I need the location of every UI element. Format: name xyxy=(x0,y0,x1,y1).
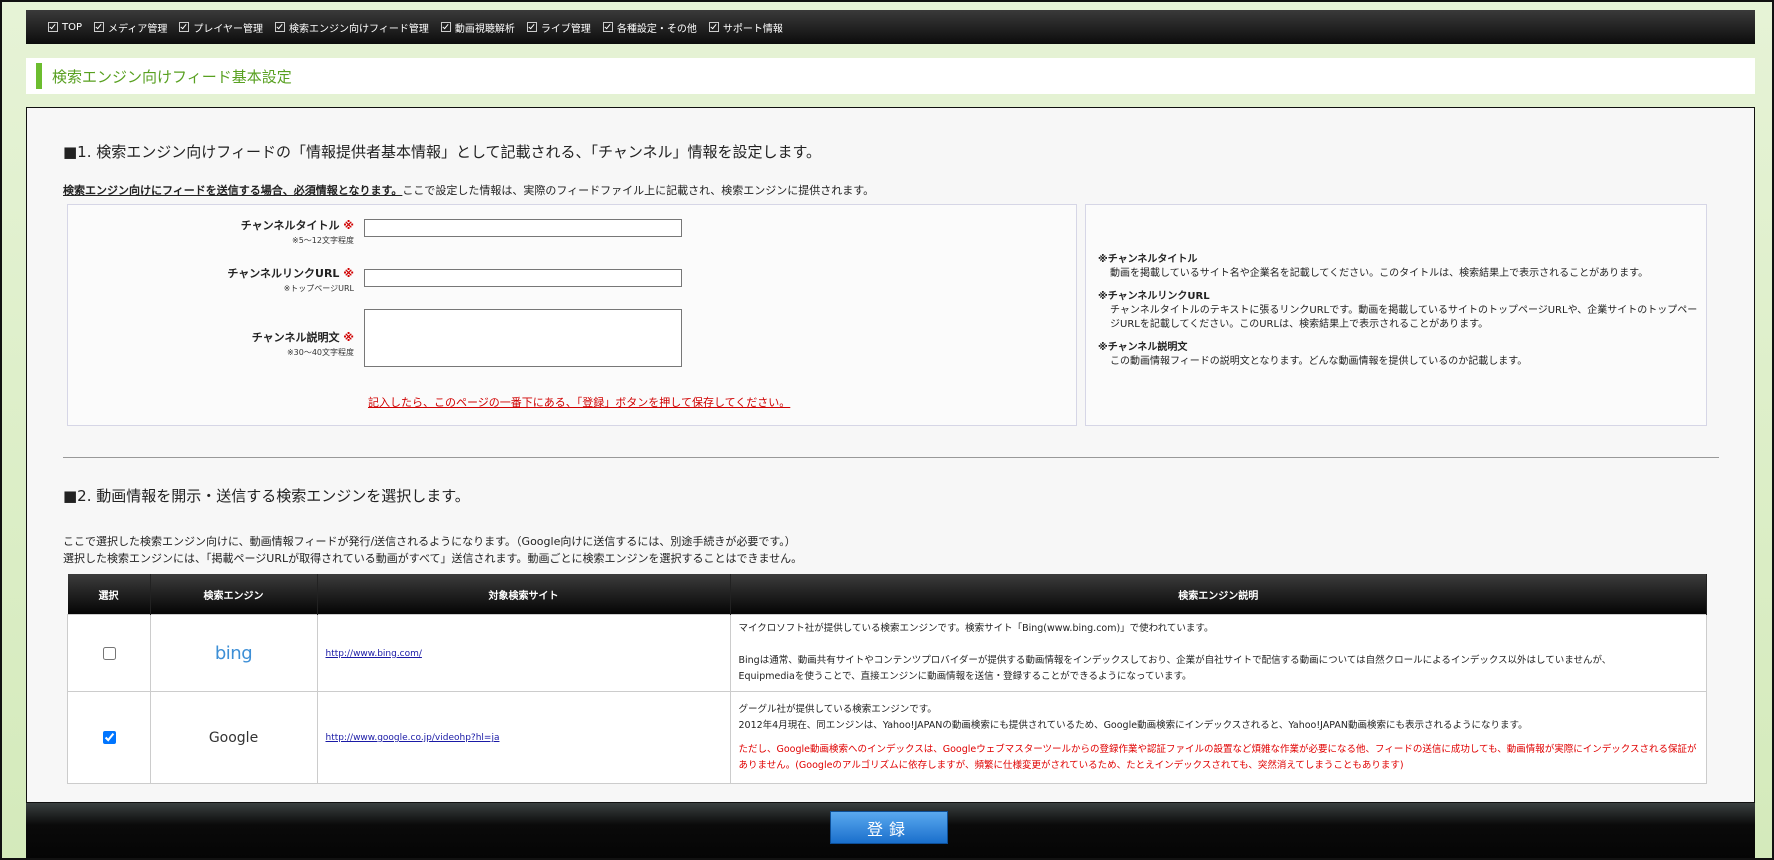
channel-title-input[interactable] xyxy=(364,219,682,237)
site-cell: http://www.bing.com/ xyxy=(316,614,731,692)
nav-item-media[interactable]: メディア管理 xyxy=(94,20,167,35)
page-title-bar: 検索エンジン向けフィード基本設定 xyxy=(26,58,1755,94)
google-site-link[interactable]: http://www.google.co.jp/videohp?hl=ja xyxy=(326,733,500,743)
required-mark: ※ xyxy=(343,267,354,280)
channel-form: チャンネルタイトル ※ ※5～12文字程度 チャンネルリンクURL ※ ※トップ… xyxy=(67,204,1077,426)
required-note: 検索エンジン向けにフィードを送信する場合、必須情報となります。 xyxy=(63,184,403,197)
nav-item-live[interactable]: ライブ管理 xyxy=(526,20,591,35)
main-panel: ■1. 検索エンジン向けフィードの「情報提供者基本情報」として記載される、「チャ… xyxy=(26,107,1755,803)
help-item-desc: ※チャンネル説明文 この動画情報フィードの説明文となります。どんな動画情報を提供… xyxy=(1098,341,1698,369)
title-accent xyxy=(36,63,42,89)
nav-item-label: メディア管理 xyxy=(108,23,168,35)
description-line: Equipmediaを使うことで、直接エンジンに動画情報を送信・登録することがで… xyxy=(738,671,1192,682)
help-panel: ※チャンネルタイトル 動画を掲載しているサイト名や企業名を記載してください。この… xyxy=(1085,204,1707,426)
select-checkbox-bing[interactable] xyxy=(102,646,116,660)
nav-item-analytics[interactable]: 動画視聴解析 xyxy=(440,20,515,35)
site-cell: http://www.google.co.jp/videohp?hl=ja xyxy=(316,691,731,784)
help-body: この動画情報フィードの説明文となります。どんな動画情報を提供しているのか記載しま… xyxy=(1110,356,1528,367)
checkbox-icon xyxy=(275,22,286,32)
nav-item-label: サポート情報 xyxy=(722,23,783,35)
checkbox-icon xyxy=(48,22,58,32)
col-header-site: 対象検索サイト xyxy=(317,574,731,615)
google-logo: Google xyxy=(208,729,259,746)
channel-url-input[interactable] xyxy=(364,269,682,287)
checkbox-icon xyxy=(602,22,613,32)
nav-item-label: 検索エンジン向けフィード管理 xyxy=(289,23,429,35)
select-cell xyxy=(67,691,151,784)
col-header-select: 選択 xyxy=(67,574,151,615)
nav-item-support[interactable]: サポート情報 xyxy=(708,20,783,35)
warning-text: ただし、Google動画検索へのインデックスは、Googleウェブマスターツール… xyxy=(738,743,1697,771)
section-divider xyxy=(63,457,1719,458)
nav-item-top[interactable]: TOP xyxy=(48,22,82,33)
search-engine-table: 選択 検索エンジン 対象検索サイト 検索エンジン説明 bing http://w… xyxy=(67,574,1707,784)
help-body: チャンネルタイトルのテキストに張るリンクURLです。動画を掲載しているサイトのト… xyxy=(1110,305,1698,330)
checkbox-icon xyxy=(440,22,451,32)
channel-title-hint: ※5～12文字程度 xyxy=(292,236,354,245)
required-mark: ※ xyxy=(343,331,354,344)
channel-desc-textarea[interactable] xyxy=(364,309,682,367)
description-cell: グーグル社が提供している検索エンジンです。 2012年4月現在、同エンジンは、Y… xyxy=(729,691,1707,784)
engine-cell: bing xyxy=(149,614,318,692)
nav-item-search-feed[interactable]: 検索エンジン向けフィード管理 xyxy=(275,20,429,35)
top-nav: TOP メディア管理 プレイヤー管理 検索エンジン向けフィード管理 動画視聴解析… xyxy=(26,10,1755,44)
label-text: チャンネル説明文 xyxy=(251,331,340,344)
table-row-bing: bing http://www.bing.com/ マイクロソフト社が提供してい… xyxy=(67,614,1707,692)
help-item-url: ※チャンネルリンクURL チャンネルタイトルのテキストに張るリンクURLです。動… xyxy=(1098,290,1698,332)
bing-logo: bing xyxy=(214,642,253,664)
help-heading: ※チャンネルタイトル xyxy=(1098,254,1198,265)
nav-item-label: 動画視聴解析 xyxy=(454,23,515,35)
col-header-description: 検索エンジン説明 xyxy=(730,574,1707,615)
channel-desc-hint: ※30～40文字程度 xyxy=(286,348,354,357)
bing-site-link[interactable]: http://www.bing.com/ xyxy=(326,649,422,659)
channel-desc-label: チャンネル説明文 ※ xyxy=(252,329,354,345)
page-title: 検索エンジン向けフィード基本設定 xyxy=(52,67,292,86)
section1-heading: ■1. 検索エンジン向けフィードの「情報提供者基本情報」として記載される、「チャ… xyxy=(63,143,822,161)
checkbox-icon xyxy=(526,22,537,32)
section1-note: 検索エンジン向けにフィードを送信する場合、必須情報となります。ここで設定した情報… xyxy=(63,182,874,198)
register-button[interactable]: 登録 xyxy=(830,811,948,844)
label-text: チャンネルタイトル xyxy=(240,219,340,232)
engine-cell: Google xyxy=(149,691,318,784)
select-cell xyxy=(67,614,151,692)
help-item-title: ※チャンネルタイトル 動画を掲載しているサイト名や企業名を記載してください。この… xyxy=(1098,253,1698,281)
nav-item-label: プレイヤー管理 xyxy=(193,23,264,35)
help-heading: ※チャンネルリンクURL xyxy=(1098,291,1210,302)
nav-item-player[interactable]: プレイヤー管理 xyxy=(179,20,263,35)
required-mark: ※ xyxy=(343,219,354,232)
help-body: 動画を掲載しているサイト名や企業名を記載してください。このタイトルは、検索結果上… xyxy=(1110,268,1649,279)
label-text: チャンネルリンクURL xyxy=(227,267,340,280)
channel-url-label: チャンネルリンクURL ※ xyxy=(227,265,354,281)
table-row-google: Google http://www.google.co.jp/videohp?h… xyxy=(67,691,1707,784)
note-text: ここで設定した情報は、実際のフィードファイル上に記載され、検索エンジンに提供され… xyxy=(402,184,875,197)
channel-url-hint: ※トップページURL xyxy=(283,284,354,293)
nav-item-label: TOP xyxy=(62,21,83,33)
nav-item-settings[interactable]: 各種設定・その他 xyxy=(602,20,697,35)
description-line: マイクロソフト社が提供している検索エンジンです。検索サイト「Bing(www.b… xyxy=(738,623,1214,634)
section2-note-1: ここで選択した検索エンジン向けに、動画情報フィードが発行/送信されるようになりま… xyxy=(63,535,796,548)
channel-title-label: チャンネルタイトル ※ xyxy=(241,217,354,233)
checkbox-icon xyxy=(94,22,105,32)
checkbox-icon xyxy=(179,22,190,32)
nav-item-label: ライブ管理 xyxy=(540,23,591,35)
description-line: 2012年4月現在、同エンジンは、Yahoo!JAPANの動画検索にも提供されて… xyxy=(738,719,1528,731)
col-header-engine: 検索エンジン xyxy=(150,574,318,615)
select-checkbox-google[interactable] xyxy=(102,731,116,744)
description-line: Bingは通常、動画共有サイトやコンテンツプロバイダーが提供する動画情報をインデ… xyxy=(738,655,1612,666)
section2-note-2: 選択した検索エンジンには、「掲載ページURLが取得されている動画がすべて」送信さ… xyxy=(63,552,803,565)
save-instruction: 記入したら、このページの一番下にある、「登録」ボタンを押して保存してください。 xyxy=(368,396,791,409)
description-cell: マイクロソフト社が提供している検索エンジンです。検索サイト「Bing(www.b… xyxy=(729,614,1707,692)
nav-item-label: 各種設定・その他 xyxy=(616,23,697,35)
help-heading: ※チャンネル説明文 xyxy=(1098,342,1188,353)
section2-heading: ■2. 動画情報を開示・送信する検索エンジンを選択します。 xyxy=(63,487,470,505)
description-line: グーグル社が提供している検索エンジンです。 xyxy=(738,703,937,715)
checkbox-icon xyxy=(708,22,719,32)
